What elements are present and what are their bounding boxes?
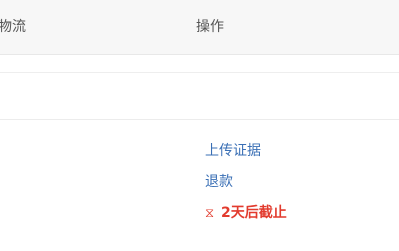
upload-evidence-link[interactable]: 上传证据 — [205, 142, 261, 160]
deadline-text: 2天后截止 — [221, 205, 287, 221]
deadline-notice: ⧖ 2天后截止 — [205, 204, 287, 223]
hourglass-icon: ⧖ — [205, 206, 215, 221]
table-row — [0, 72, 399, 120]
order-table: 物流 操作 上传证据 退款 ⧖ 2天后截止 — [0, 0, 399, 251]
table-header: 物流 操作 — [0, 0, 399, 55]
refund-link[interactable]: 退款 — [205, 173, 233, 191]
column-header-logistics: 物流 — [0, 19, 26, 35]
column-header-actions: 操作 — [196, 19, 224, 35]
